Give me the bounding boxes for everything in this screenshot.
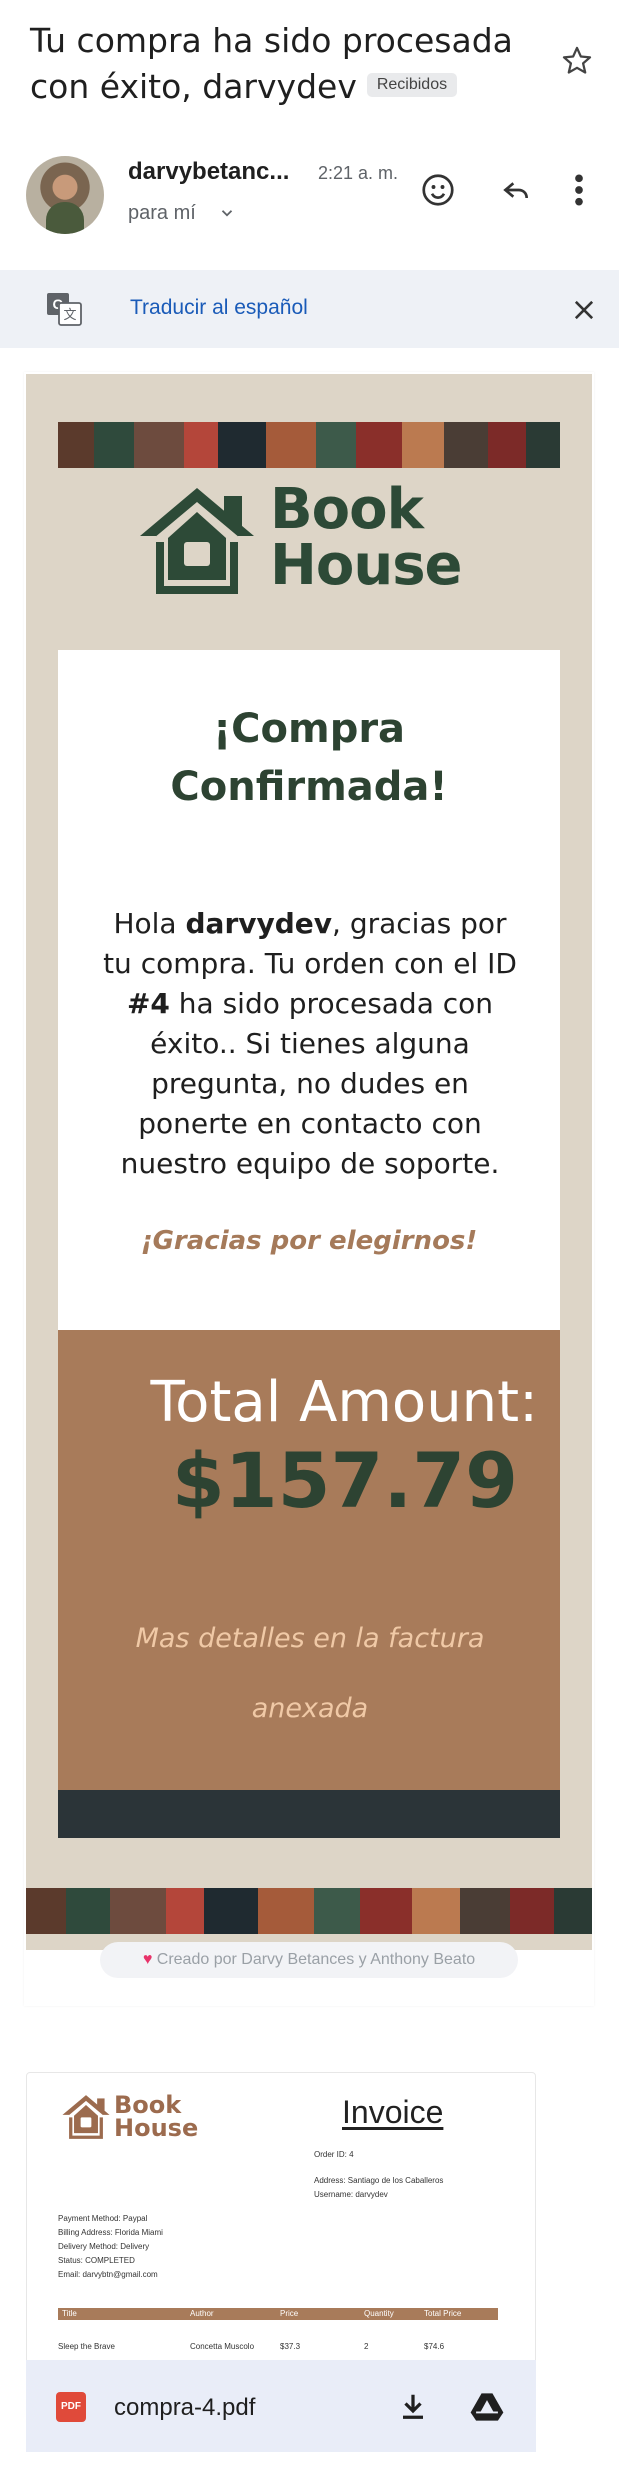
total-amount-value: $157.79 xyxy=(171,1436,518,1525)
invoice-col-total: Total Price xyxy=(424,2309,462,2318)
invoice-col-title: Title xyxy=(62,2309,77,2318)
credits-text: ♥ Creado por Darvy Betances y Anthony Be… xyxy=(142,1951,476,1968)
sender-name[interactable]: darvybetanc... xyxy=(128,158,289,186)
invoice-note: Mas detalles en la factura anexada xyxy=(135,1623,485,1724)
svg-text:文: 文 xyxy=(63,308,76,323)
invoice-cell-title: Sleep the Brave xyxy=(58,2342,115,2351)
message-time: 2:21 a. m. xyxy=(318,163,399,183)
translate-link[interactable]: Traducir al español xyxy=(130,296,308,320)
attachment-filename[interactable]: compra-4.pdf xyxy=(114,2394,255,2422)
invoice-cell-quantity: 2 xyxy=(364,2342,369,2351)
translate-icon: G文 xyxy=(47,293,82,326)
invoice-delivery-method: Delivery Method: Delivery xyxy=(58,2242,150,2251)
invoice-status: Status: COMPLETED xyxy=(58,2256,135,2265)
sender-avatar[interactable] xyxy=(26,156,104,234)
brand-logo-text: Book House xyxy=(270,477,463,598)
books-banner-bottom xyxy=(26,1888,592,1934)
translate-bar xyxy=(0,270,619,348)
invoice-address: Address: Santiago de los Caballeros xyxy=(314,2176,444,2185)
thanks-text: ¡Gracias por elegirnos! xyxy=(140,1226,478,1256)
order-id: #4 xyxy=(126,987,170,1020)
reply-icon[interactable] xyxy=(498,174,534,206)
invoice-payment-method: Payment Method: Paypal xyxy=(58,2214,148,2223)
invoice-col-quantity: Quantity xyxy=(364,2309,394,2318)
invoice-title: Invoice xyxy=(342,2094,444,2130)
total-amount-label: Total Amount: xyxy=(150,1370,538,1435)
inbox-label-chip[interactable]: Recibidos xyxy=(366,72,458,97)
invoice-email: Email: darvybtn@gmail.com xyxy=(58,2270,158,2279)
close-icon[interactable] xyxy=(570,296,598,324)
invoice-order-id: Order ID: 4 xyxy=(314,2150,354,2159)
more-vert-icon[interactable] xyxy=(572,170,586,210)
confirmation-message: Hola darvydev, gracias por tu compra. Tu… xyxy=(103,907,517,1180)
recipient-label[interactable]: para mí xyxy=(128,202,196,225)
avatar-figure xyxy=(46,202,84,234)
books-banner-top xyxy=(58,422,560,468)
attachment-footer[interactable] xyxy=(26,2360,536,2452)
emoji-icon[interactable] xyxy=(420,172,456,208)
download-icon[interactable] xyxy=(398,2390,428,2422)
invoice-brand-text: Book House xyxy=(114,2091,199,2142)
invoice-username: Username: darvydev xyxy=(314,2190,388,2199)
email-subject: Tu compra ha sido procesada con éxito, d… xyxy=(30,21,513,106)
invoice-col-price: Price xyxy=(280,2309,299,2318)
chevron-down-icon[interactable] xyxy=(218,204,236,222)
confirmation-title: ¡Compra Confirmada! xyxy=(170,706,448,810)
house-logo-icon xyxy=(140,488,254,594)
invoice-billing-address: Billing Address: Florida Miami xyxy=(58,2228,163,2237)
invoice-cell-price: $37.3 xyxy=(280,2342,301,2351)
invoice-col-author: Author xyxy=(190,2309,214,2318)
invoice-house-logo-icon xyxy=(62,2095,110,2139)
star-icon[interactable] xyxy=(560,44,594,78)
dark-footer-bar xyxy=(58,1790,560,1838)
username: darvydev xyxy=(185,907,333,940)
pdf-icon: PDF xyxy=(56,2392,86,2422)
invoice-cell-total: $74.6 xyxy=(424,2342,445,2351)
drive-icon[interactable] xyxy=(470,2392,504,2422)
heart-icon: ♥ xyxy=(142,1951,153,1968)
invoice-cell-author: Concetta Muscolo xyxy=(190,2342,255,2351)
